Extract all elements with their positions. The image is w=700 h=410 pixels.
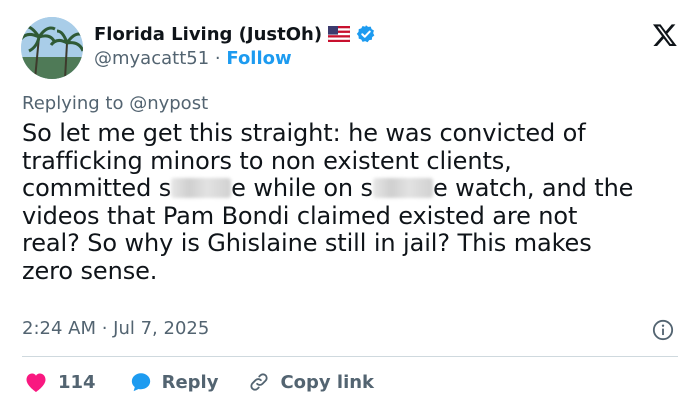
tweet-line: So let me get this straight: he was conv… [22, 119, 586, 147]
reply-button[interactable]: Reply [130, 371, 219, 393]
author-name-row: Florida Living (JustOh) [94, 21, 376, 47]
us-flag-icon [328, 26, 351, 42]
divider [22, 356, 678, 357]
copy-link-button[interactable]: Copy link [248, 371, 374, 393]
handle-row: @myacatt51 · Follow [94, 48, 292, 69]
like-count: 114 [58, 371, 96, 393]
reply-bubble-icon [131, 373, 150, 392]
link-icon [250, 373, 269, 391]
action-bar: 114 Reply Copy link [22, 368, 374, 396]
display-name[interactable]: Florida Living (JustOh) [94, 24, 322, 45]
avatar[interactable] [21, 17, 83, 79]
tweet-segment: committed s [22, 174, 172, 202]
handle[interactable]: @myacatt51 [94, 48, 209, 69]
x-logo-icon[interactable] [652, 22, 678, 48]
tweet-line: real? So why is Ghislaine still in jail?… [22, 229, 592, 257]
timestamp[interactable]: 2:24 AM · Jul 7, 2025 [22, 318, 209, 339]
tweet-segment: e while on s [231, 174, 373, 202]
copy-link-label: Copy link [280, 371, 375, 393]
palm-trees-image [21, 17, 83, 79]
heart-icon [26, 373, 46, 392]
tweet-line: zero sense. [22, 256, 158, 285]
tweet-line: trafficking minors to non existent clien… [22, 146, 512, 175]
tweet-text: So let me get this straight: he was conv… [22, 119, 682, 285]
reply-label: Reply [161, 371, 219, 393]
tweet-segment: e watch, and the [432, 174, 634, 202]
censor-blur [171, 178, 232, 198]
verified-badge-icon[interactable] [356, 24, 376, 44]
info-icon[interactable] [652, 319, 674, 341]
like-button[interactable]: 114 [24, 371, 96, 393]
follow-button[interactable]: Follow [226, 48, 291, 69]
replying-to: Replying to @nypost [22, 93, 209, 114]
censor-blur [372, 178, 433, 198]
tweet-line: videos that Pam Bondi claimed existed ar… [22, 201, 578, 230]
tweet-line: committed s e while on s e watch, and the [22, 174, 682, 203]
separator: · [214, 48, 221, 69]
